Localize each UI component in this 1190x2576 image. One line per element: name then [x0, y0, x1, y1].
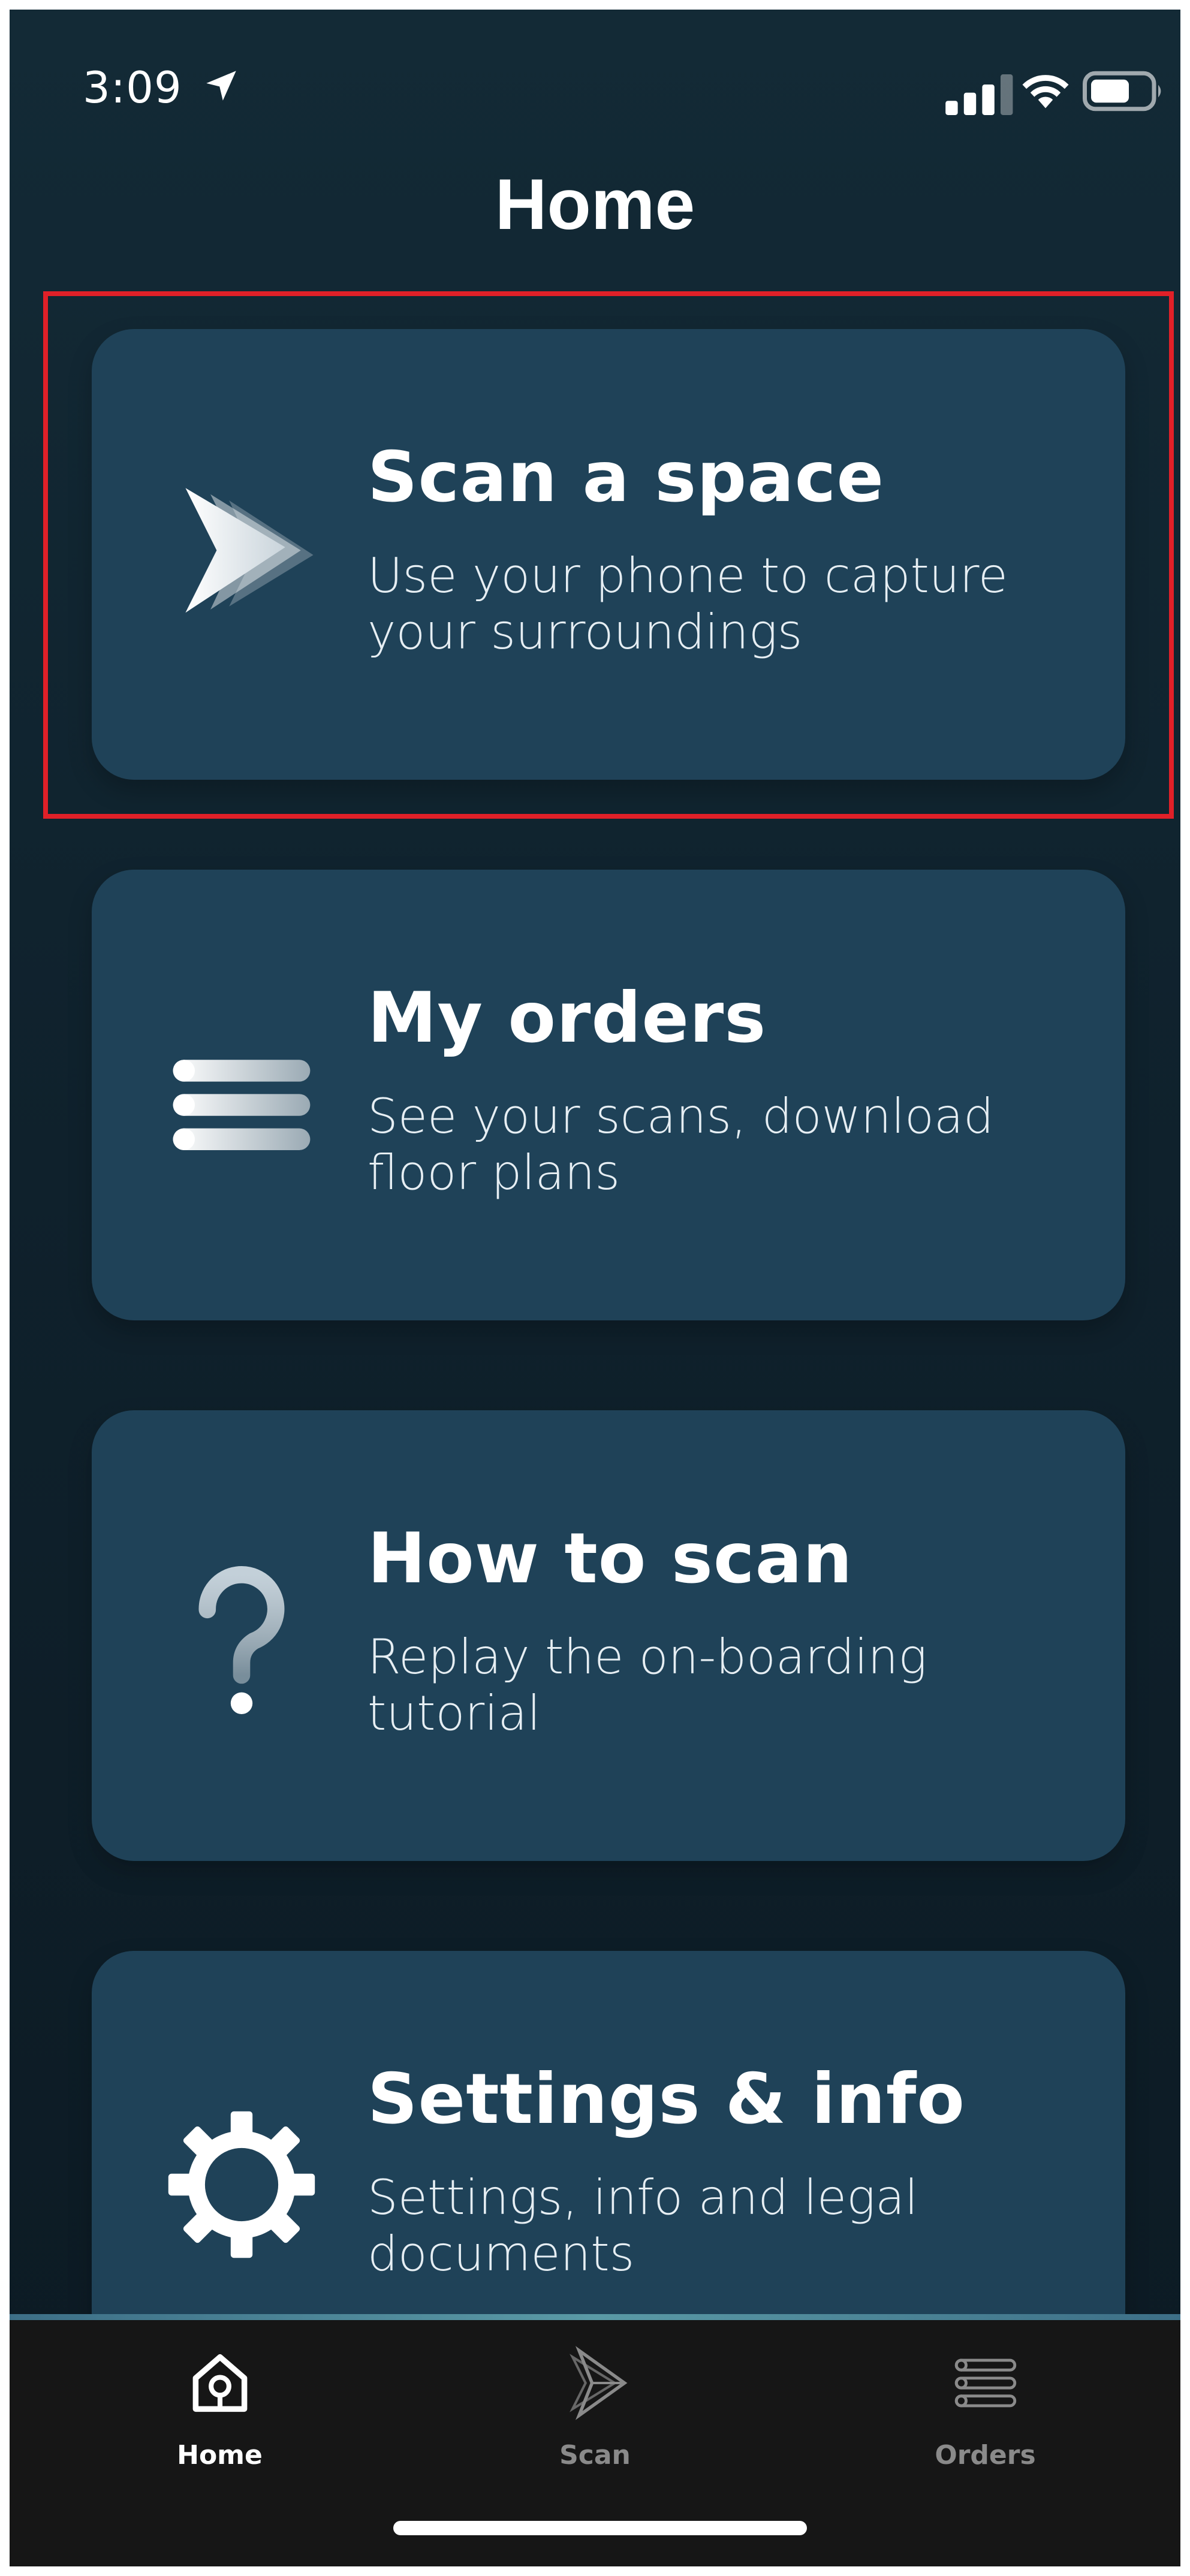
home-indicator[interactable]	[393, 2521, 807, 2535]
tab-label: Orders	[935, 2440, 1036, 2471]
page-title: Home	[495, 164, 695, 245]
card-subtitle: Use your phone to capture your surroundi…	[367, 548, 1008, 660]
phone-screen: 3:09 Home Scan a space Use your phone to…	[10, 10, 1180, 2566]
tab-home[interactable]: Home	[25, 2320, 415, 2500]
home-icon	[192, 2354, 247, 2412]
tab-label: Scan	[559, 2440, 631, 2471]
tabbar-divider	[10, 2314, 1180, 2320]
how-to-scan-card[interactable]: How to scan Replay the on-boarding tutor…	[92, 1410, 1125, 1861]
orders-icon	[954, 2358, 1016, 2408]
card-subtitle: See your scans, download floor plans	[367, 1088, 994, 1200]
card-subtitle: Settings, info and legal documents	[367, 2170, 918, 2282]
list-icon	[173, 1060, 311, 1150]
card-title: How to scan	[367, 1518, 853, 1599]
gear-icon	[168, 2111, 315, 2258]
tab-scan[interactable]: Scan	[400, 2320, 790, 2500]
card-title: Settings & info	[367, 2059, 965, 2140]
cellular-signal-icon	[945, 74, 1013, 115]
scan-icon	[569, 2346, 627, 2420]
scan-a-space-card[interactable]: Scan a space Use your phone to capture y…	[92, 329, 1125, 780]
wifi-icon	[1022, 75, 1069, 108]
battery-icon	[1083, 71, 1161, 111]
status-time: 3:09	[83, 62, 182, 113]
card-title: Scan a space	[367, 437, 885, 518]
location-arrow-icon	[206, 71, 236, 101]
question-mark-icon	[198, 1566, 285, 1714]
my-orders-card[interactable]: My orders See your scans, download floor…	[92, 870, 1125, 1320]
tab-label: Home	[177, 2440, 263, 2471]
scan-play-icon	[185, 488, 314, 613]
card-subtitle: Replay the on-boarding tutorial	[367, 1629, 927, 1741]
tab-orders[interactable]: Orders	[790, 2320, 1180, 2500]
card-title: My orders	[367, 978, 767, 1058]
